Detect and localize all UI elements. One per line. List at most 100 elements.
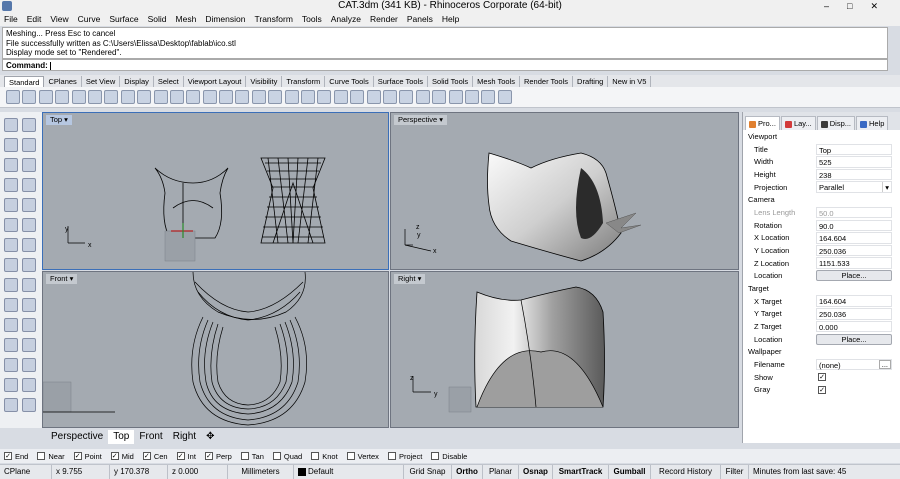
cut-icon[interactable]: [87, 90, 102, 104]
filename-field[interactable]: (none)...: [816, 358, 892, 371]
box-icon[interactable]: [4, 238, 18, 252]
lock-icon[interactable]: [317, 90, 332, 104]
tab-render-tools[interactable]: Render Tools: [520, 76, 574, 87]
osnap-checkbox[interactable]: ✓: [176, 452, 185, 460]
group-icon[interactable]: [4, 378, 18, 392]
filter-toggle[interactable]: Filter: [721, 465, 749, 479]
tab-solid-tools[interactable]: Solid Tools: [428, 76, 474, 87]
osnap-checkbox[interactable]: [387, 452, 396, 460]
viewport-tab-top[interactable]: Top: [108, 430, 135, 444]
place-target-button[interactable]: Place...: [816, 333, 892, 345]
viewport-tab-front[interactable]: Front: [134, 430, 167, 444]
osnap-knot[interactable]: Knot: [311, 452, 338, 461]
zoom-icon[interactable]: [186, 90, 201, 104]
help-icon[interactable]: [497, 90, 512, 104]
x-location-field[interactable]: 164.604: [816, 232, 892, 244]
osnap-project[interactable]: Project: [387, 452, 422, 461]
show-checkbox[interactable]: ✓: [818, 373, 826, 382]
tab-properties[interactable]: Pro...: [745, 116, 780, 130]
trim-icon[interactable]: [4, 338, 18, 352]
smarttrack-toggle[interactable]: SmartTrack: [553, 465, 609, 479]
mesh-icon[interactable]: [4, 278, 18, 292]
undo-view-icon[interactable]: [251, 90, 266, 104]
sphere-shaded-icon[interactable]: [399, 90, 414, 104]
viewport-label-front[interactable]: Front ▾: [46, 274, 78, 284]
viewport-front[interactable]: Front ▾: [42, 271, 389, 428]
tab-drafting[interactable]: Drafting: [573, 76, 609, 87]
height-field[interactable]: 238: [816, 168, 892, 181]
new-file-icon[interactable]: [6, 90, 20, 104]
z-location-field[interactable]: 1151.533: [816, 257, 892, 269]
menu-curve[interactable]: Curve: [78, 14, 101, 24]
paste-icon[interactable]: [120, 90, 135, 104]
menu-tools[interactable]: Tools: [302, 14, 322, 24]
block-icon[interactable]: [22, 378, 36, 392]
osnap-tan[interactable]: Tan: [240, 452, 264, 461]
analyze-icon[interactable]: [22, 398, 36, 412]
viewport-tab-right[interactable]: Right: [168, 430, 201, 444]
menu-help[interactable]: Help: [442, 14, 459, 24]
ortho-toggle[interactable]: Ortho: [452, 465, 483, 479]
osnap-cen[interactable]: ✓ Cen: [142, 452, 168, 461]
y-target-field[interactable]: 250.036: [816, 308, 892, 320]
gumball-toggle[interactable]: Gumball: [609, 465, 651, 479]
osnap-perp[interactable]: ✓ Perp: [204, 452, 232, 461]
render-icon[interactable]: [415, 90, 430, 104]
fillet-icon[interactable]: [22, 198, 36, 212]
move-tool-icon[interactable]: [4, 298, 18, 312]
hide-icon[interactable]: [301, 90, 316, 104]
boolean-icon[interactable]: [22, 258, 36, 272]
tab-standard[interactable]: Standard: [4, 76, 45, 87]
menu-panels[interactable]: Panels: [407, 14, 433, 24]
osnap-checkbox[interactable]: [311, 452, 320, 460]
title-field[interactable]: Top: [816, 143, 892, 156]
osnap-int[interactable]: ✓ Int: [176, 452, 196, 461]
curve-icon[interactable]: [22, 138, 36, 152]
osnap-toggle[interactable]: Osnap: [519, 465, 553, 479]
menu-render[interactable]: Render: [370, 14, 398, 24]
grid-array-icon[interactable]: [4, 398, 18, 412]
menu-file[interactable]: File: [4, 14, 18, 24]
viewport-label-top[interactable]: Top ▾: [46, 115, 72, 125]
zoom-extents-icon[interactable]: [219, 90, 234, 104]
menu-mesh[interactable]: Mesh: [176, 14, 197, 24]
material-icon[interactable]: [366, 90, 381, 104]
osnap-quad[interactable]: Quad: [272, 452, 302, 461]
osnap-checkbox[interactable]: ✓: [4, 452, 12, 460]
select-arrow-icon[interactable]: [4, 118, 18, 132]
osnap-checkbox[interactable]: [37, 452, 46, 460]
osnap-mid[interactable]: ✓ Mid: [110, 452, 134, 461]
loft-icon[interactable]: [22, 218, 36, 232]
osnap-checkbox[interactable]: [346, 452, 355, 460]
menu-solid[interactable]: Solid: [148, 14, 167, 24]
command-line[interactable]: Command:: [2, 59, 888, 71]
tab-display[interactable]: Display: [120, 76, 154, 87]
width-field[interactable]: 525: [816, 156, 892, 168]
viewport-right[interactable]: z y Right ▾: [390, 271, 739, 428]
z-target-field[interactable]: 0.000: [816, 320, 892, 333]
sphere-icon[interactable]: [22, 238, 36, 252]
blue-sphere-icon[interactable]: [448, 90, 463, 104]
pan-hand-icon[interactable]: [153, 90, 168, 104]
place-camera-button[interactable]: Place...: [816, 270, 892, 282]
osnap-vertex[interactable]: Vertex: [346, 452, 379, 461]
sphere-rendered-icon[interactable]: [432, 90, 447, 104]
tab-new-in-v5[interactable]: New in V5: [608, 76, 652, 87]
cplane-indicator[interactable]: CPlane: [0, 465, 52, 479]
menu-analyze[interactable]: Analyze: [331, 14, 361, 24]
save-icon[interactable]: [38, 90, 53, 104]
add-viewport-tab-icon[interactable]: ✥: [201, 430, 219, 444]
point-icon[interactable]: [22, 118, 36, 132]
tab-transform[interactable]: Transform: [282, 76, 326, 87]
tab-select[interactable]: Select: [154, 76, 184, 87]
viewport-label-perspective[interactable]: Perspective ▾: [394, 115, 448, 125]
tab-surface-tools[interactable]: Surface Tools: [374, 76, 429, 87]
tab-display-panel[interactable]: Disp...: [816, 116, 855, 130]
copy-icon[interactable]: [104, 90, 119, 104]
browse-button[interactable]: ...: [878, 359, 891, 370]
rotate-tool-icon[interactable]: [4, 318, 18, 332]
options-icon[interactable]: [481, 90, 496, 104]
move-icon[interactable]: [284, 90, 299, 104]
osnap-checkbox[interactable]: [431, 452, 440, 460]
viewport-tab-perspective[interactable]: Perspective: [46, 430, 108, 444]
